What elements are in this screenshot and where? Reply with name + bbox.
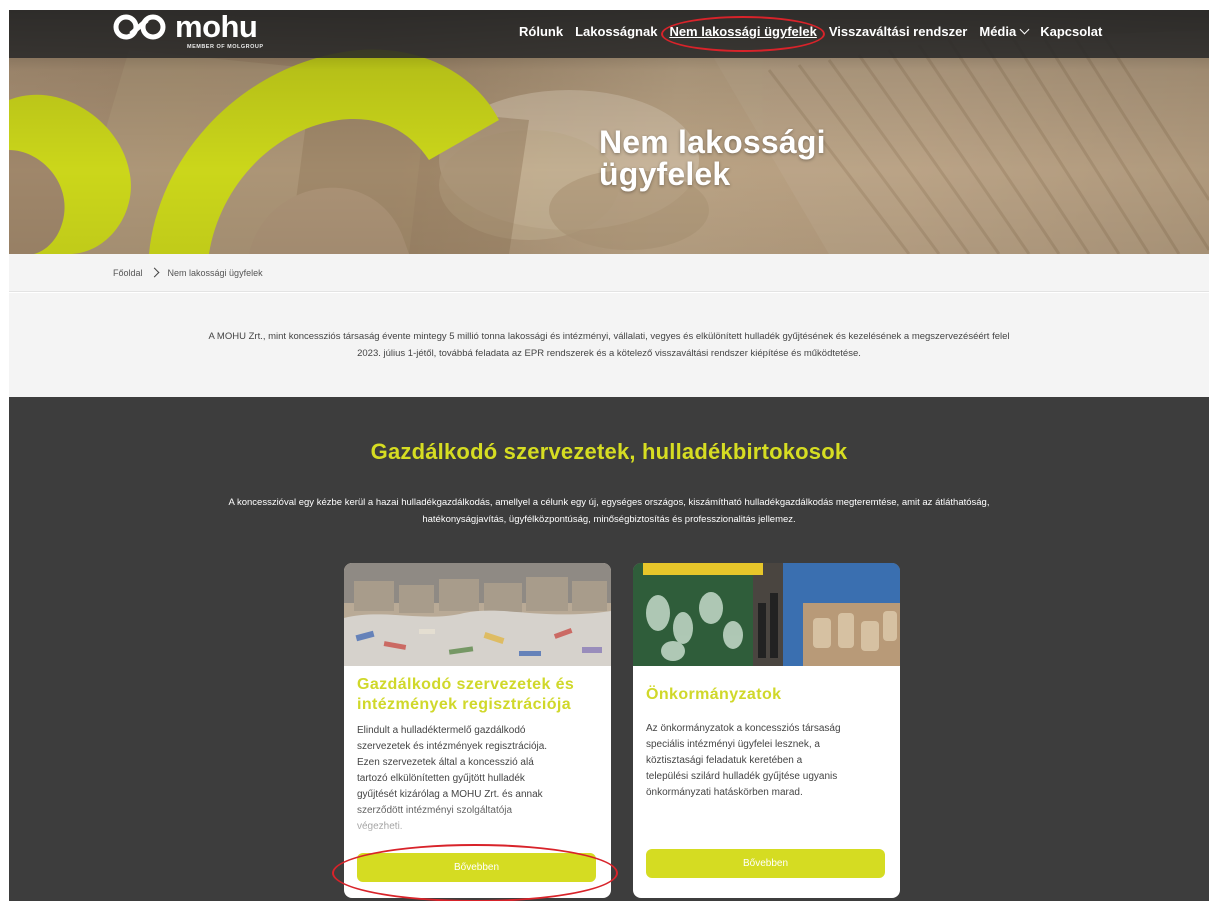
card-municipalities[interactable]: Önkormányzatok Az önkormányzatok a konce… [633, 563, 900, 898]
main-menu: Rólunk Lakosságnak Nem lakossági ügyfele… [519, 24, 1114, 39]
logo-subtitle: MEMBER OF MOLGROUP [187, 44, 264, 50]
card-registration[interactable]: Gazdálkodó szervezetek és intézmények re… [344, 563, 611, 898]
card-municipalities-more-button[interactable]: Bővebben [646, 849, 885, 878]
page-frame: mohu MEMBER OF MOLGROUP Rólunk Lakosságn… [9, 10, 1209, 901]
hero-title: Nem lakossági ügyfelek [599, 126, 826, 190]
hero-banner: mohu MEMBER OF MOLGROUP Rólunk Lakosságn… [9, 10, 1209, 254]
card-registration-body-line: Ezen szervezetek által a koncesszió alá [357, 757, 534, 768]
intro-line-2: 2023. július 1-jétől, továbbá feladata a… [357, 348, 861, 359]
card-municipalities-body-line: speciális intézményi ügyfelei lesznek, a [646, 739, 820, 750]
card-registration-image [344, 563, 611, 666]
card-municipalities-body-line: önkormányzati hatáskörben marad. [646, 787, 803, 798]
nav-item-nem-lakossagi-ugyfelek[interactable]: Nem lakossági ügyfelek [669, 24, 816, 39]
top-navigation: mohu MEMBER OF MOLGROUP Rólunk Lakosságn… [9, 10, 1209, 58]
card-municipalities-title[interactable]: Önkormányzatok [646, 685, 781, 705]
nav-item-lakossagnak[interactable]: Lakosságnak [575, 24, 657, 39]
card-municipalities-body-line: települési szilárd hulladék gyűjtése ugy… [646, 771, 838, 782]
card-registration-body-line: szerződött intézményi szolgáltatója [357, 805, 513, 816]
card-registration-body-line: szervezetek és intézmények regisztrációj… [357, 741, 548, 752]
intro-text: A MOHU Zrt., mint koncessziós társaság é… [9, 293, 1209, 397]
card-municipalities-body-line: Az önkormányzatok a koncessziós társaság [646, 723, 841, 734]
section-description-line-1: A koncesszióval egy kézbe kerül a hazai … [228, 497, 990, 508]
mohu-logo[interactable]: mohu MEMBER OF MOLGROUP [111, 10, 263, 56]
card-registration-body-line: végezheti. [357, 821, 403, 832]
organizations-section: Gazdálkodó szervezetek, hulladékbirtokos… [9, 397, 1209, 901]
breadcrumb: Főoldal Nem lakossági ügyfelek [9, 254, 1209, 292]
card-municipalities-image [633, 563, 900, 666]
card-registration-title[interactable]: Gazdálkodó szervezetek és intézmények re… [357, 675, 574, 715]
card-registration-body-line: Elindult a hulladéktermelő gazdálkodó [357, 725, 526, 736]
breadcrumb-home-link[interactable]: Főoldal [113, 268, 143, 278]
intro-line-1: A MOHU Zrt., mint koncessziós társaság é… [208, 331, 1010, 342]
section-description-line-2: hatékonyságjavítás, ügyfélközpontúság, m… [422, 514, 796, 525]
nav-item-media[interactable]: Média [979, 24, 1030, 39]
card-registration-body: Elindult a hulladéktermelő gazdálkodó sz… [357, 723, 597, 835]
mohu-logo-icon [113, 14, 166, 40]
breadcrumb-current: Nem lakossági ügyfelek [167, 267, 263, 278]
nav-item-media-label: Média [979, 24, 1017, 39]
card-registration-title-line-2: intézmények regisztrációja [357, 696, 572, 713]
nav-item-visszavaltasi-rendszer[interactable]: Visszaváltási rendszer [829, 24, 968, 39]
section-title: Gazdálkodó szervezetek, hulladékbirtokos… [370, 439, 848, 464]
card-municipalities-body-line: köztisztasági feladatuk keretében a [646, 755, 803, 766]
section-description: A koncesszióval egy kézbe kerül a hazai … [9, 494, 1209, 528]
hero-title-line-2: ügyfelek [599, 156, 731, 192]
card-registration-more-button[interactable]: Bővebben [357, 853, 596, 882]
card-municipalities-body: Az önkormányzatok a koncessziós társaság… [646, 721, 886, 801]
nav-item-rolunk[interactable]: Rólunk [519, 24, 563, 39]
card-registration-title-line-1: Gazdálkodó szervezetek és [357, 676, 575, 693]
hero-title-line-1: Nem lakossági [599, 124, 826, 160]
logo-text: mohu [175, 10, 258, 44]
card-registration-body-line: tartozó elkülönítetten gyűjtött hulladék [357, 773, 525, 784]
chevron-down-icon [1019, 24, 1030, 35]
nav-item-kapcsolat[interactable]: Kapcsolat [1040, 24, 1102, 39]
chevron-right-icon [149, 267, 159, 278]
card-registration-body-line: gyűjtését kizárólag a MOHU Zrt. és annak [357, 789, 543, 800]
